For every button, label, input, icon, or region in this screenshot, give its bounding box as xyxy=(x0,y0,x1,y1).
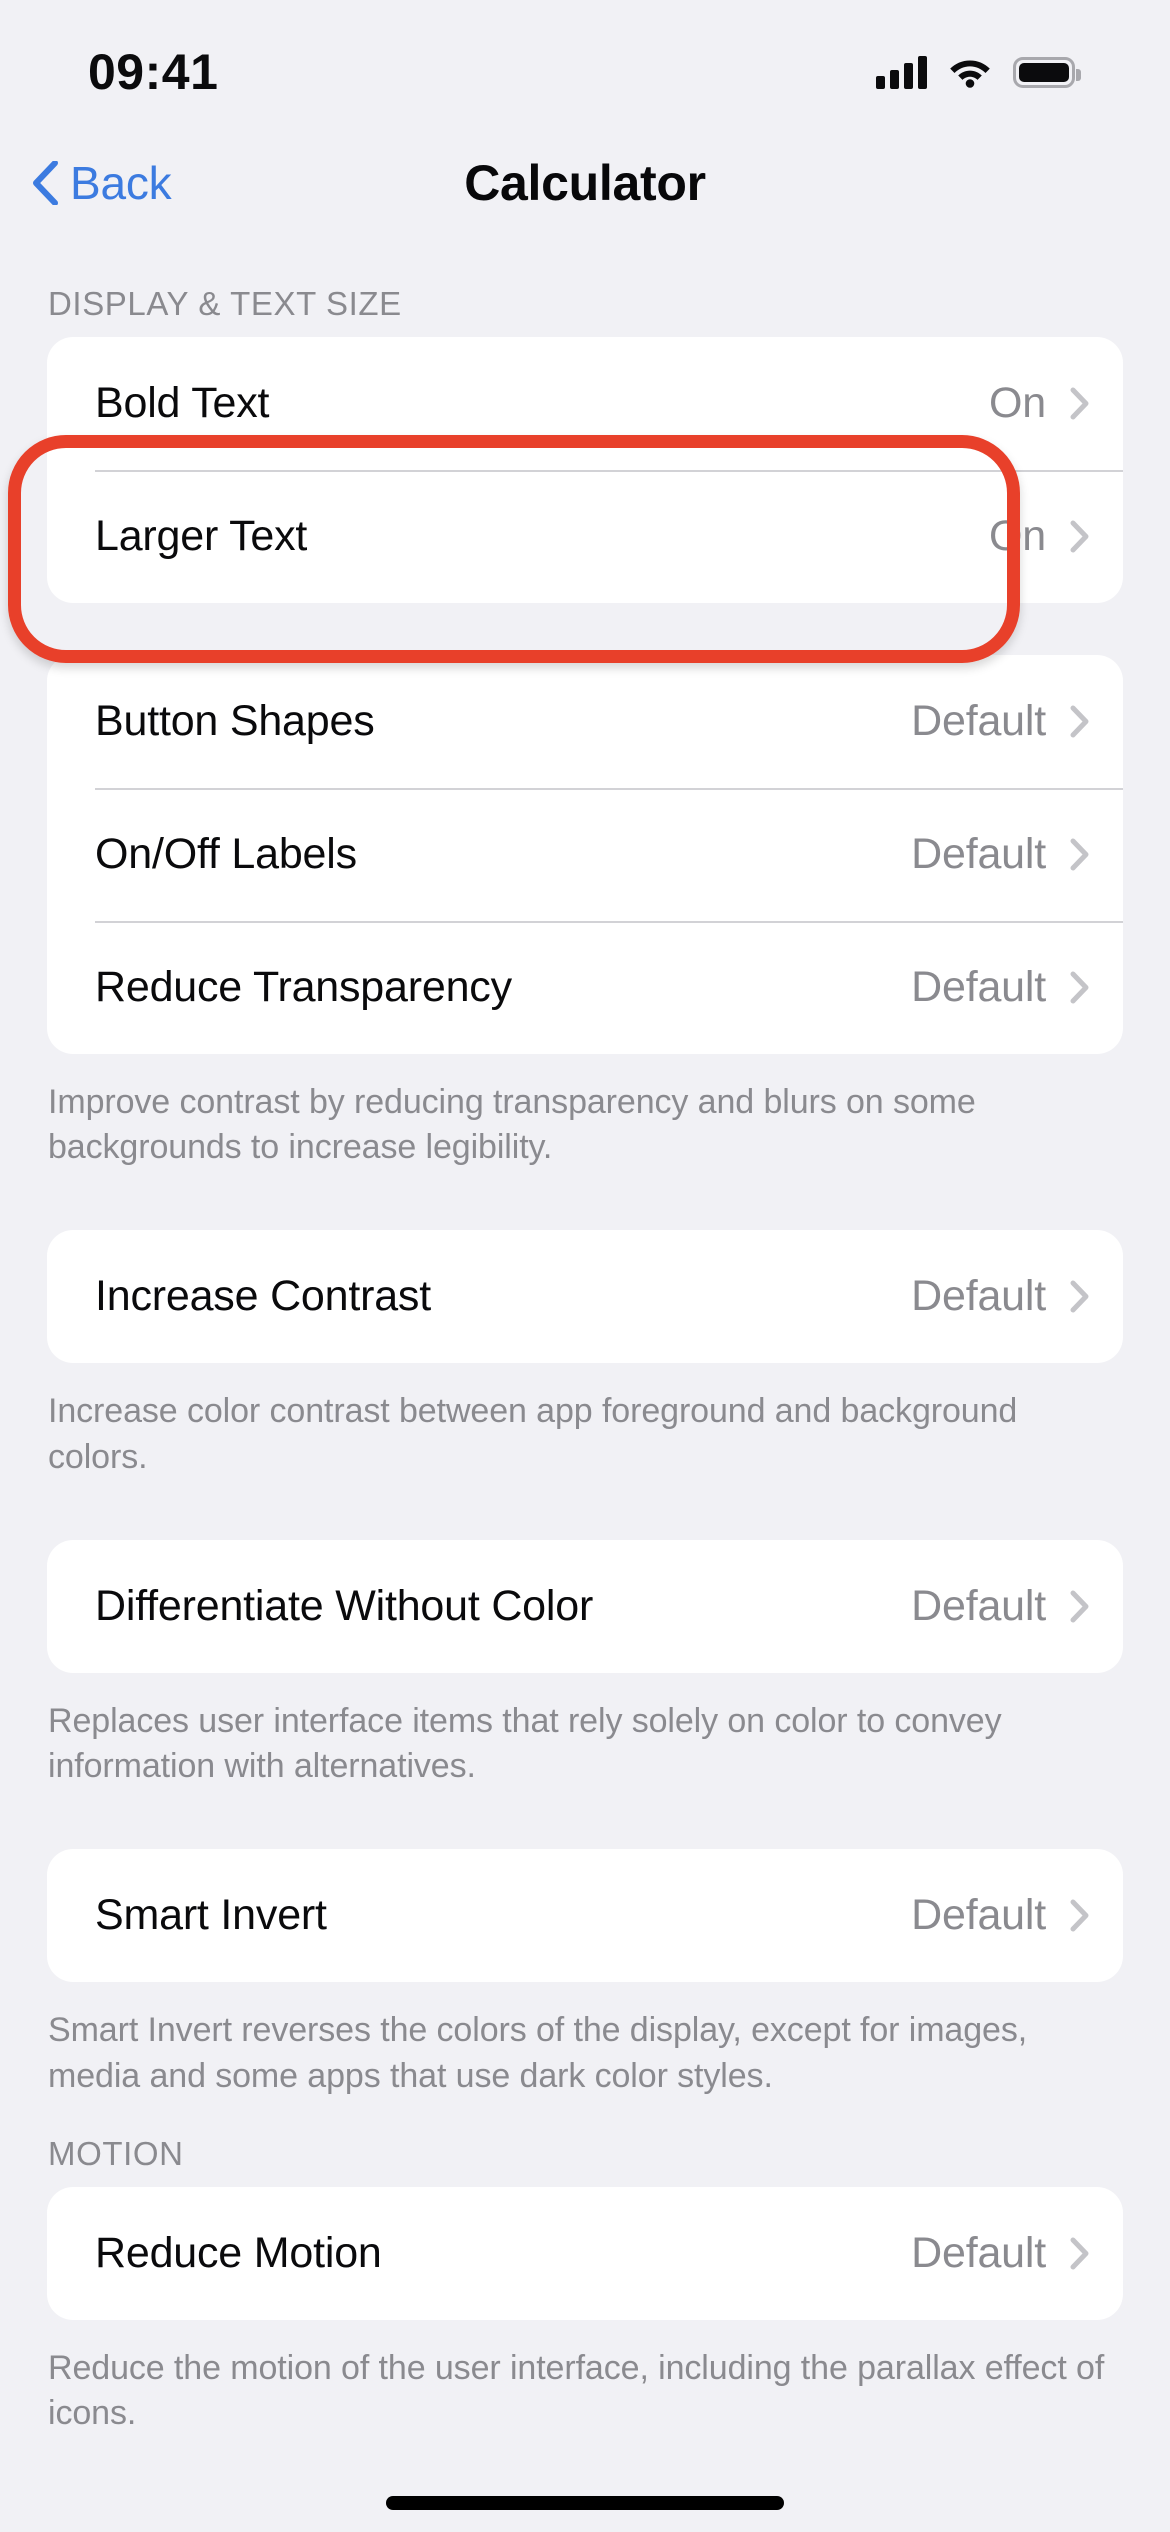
row-label: On/Off Labels xyxy=(95,830,357,878)
footnote-reduce-transparency: Improve contrast by reducing transparenc… xyxy=(48,1083,976,1167)
footnote-differentiate-without-color: Replaces user interface items that rely … xyxy=(48,1701,1002,1786)
row-label: Bold Text xyxy=(95,379,270,427)
chevron-right-icon xyxy=(1070,971,1089,1004)
row-reduce-motion[interactable]: Reduce Motion Default xyxy=(47,2187,1123,2320)
row-label: Smart Invert xyxy=(95,1891,327,1940)
card-differentiate-without-color: Differentiate Without Color Default xyxy=(47,1539,1123,1673)
row-smart-invert[interactable]: Smart Invert Default xyxy=(47,1849,1123,1982)
card-contrast-options: Button Shapes Default On/Off Labels Defa… xyxy=(47,655,1123,1054)
status-icons xyxy=(876,41,1081,89)
home-indicator xyxy=(386,2496,784,2510)
row-value: Default xyxy=(911,1272,1046,1321)
row-label: Increase Contrast xyxy=(95,1272,431,1321)
row-value: Default xyxy=(911,830,1046,878)
card-increase-contrast: Increase Contrast Default xyxy=(47,1230,1123,1364)
row-larger-text[interactable]: Larger Text On xyxy=(47,470,1123,603)
wifi-icon xyxy=(950,60,990,88)
row-reduce-transparency[interactable]: Reduce Transparency Default xyxy=(47,921,1123,1054)
row-differentiate-without-color[interactable]: Differentiate Without Color Default xyxy=(47,1540,1123,1673)
chevron-right-icon xyxy=(1070,387,1089,420)
row-value: On xyxy=(989,379,1046,427)
card-smart-invert: Smart Invert Default xyxy=(47,1849,1123,1983)
row-button-shapes[interactable]: Button Shapes Default xyxy=(47,655,1123,788)
footnote-smart-invert: Smart Invert reverses the colors of the … xyxy=(48,2011,1028,2095)
chevron-right-icon xyxy=(1070,838,1089,871)
row-label: Button Shapes xyxy=(95,697,375,745)
chevron-right-icon xyxy=(1070,1280,1089,1313)
row-value: Default xyxy=(911,1581,1046,1630)
row-label: Larger Text xyxy=(95,512,308,560)
section-header-display-text-size: DISPLAY & TEXT SIZE xyxy=(48,285,402,322)
row-value: Default xyxy=(911,1891,1046,1940)
section-header-motion: MOTION xyxy=(48,2134,184,2172)
row-label: Differentiate Without Color xyxy=(95,1581,594,1630)
footnote-increase-contrast: Increase color contrast between app fore… xyxy=(48,1392,1018,1476)
card-motion: Reduce Motion Default xyxy=(47,2186,1123,2320)
chevron-right-icon xyxy=(1070,1590,1089,1623)
row-value: Default xyxy=(911,697,1046,745)
row-value: Default xyxy=(911,2228,1046,2277)
chevron-right-icon xyxy=(1070,1899,1089,1932)
row-on-off-labels[interactable]: On/Off Labels Default xyxy=(47,788,1123,921)
row-value: On xyxy=(989,512,1046,560)
chevron-right-icon xyxy=(1070,520,1089,553)
row-value: Default xyxy=(911,963,1046,1011)
row-label: Reduce Motion xyxy=(95,2228,382,2277)
row-label: Reduce Transparency xyxy=(95,963,512,1011)
status-time: 09:41 xyxy=(88,44,219,100)
settings-list[interactable]: DISPLAY & TEXT SIZE Bold Text On Larger … xyxy=(0,235,1170,2532)
chevron-right-icon xyxy=(1070,705,1089,738)
cellular-bars-icon xyxy=(876,55,927,89)
card-display-text-size: Bold Text On Larger Text On xyxy=(47,337,1123,603)
navigation-bar: Back Calculator xyxy=(0,130,1170,235)
footnote-reduce-motion: Reduce the motion of the user interface,… xyxy=(48,2348,1105,2432)
chevron-right-icon xyxy=(1070,2237,1089,2270)
battery-full-icon xyxy=(1013,56,1081,88)
page-title: Calculator xyxy=(464,154,706,211)
phone-screen: 09:41 Back Calculator DISPLAY & TEXT SIZ… xyxy=(0,0,1170,2532)
status-bar: 09:41 xyxy=(0,0,1170,130)
row-bold-text[interactable]: Bold Text On xyxy=(47,337,1123,470)
row-increase-contrast[interactable]: Increase Contrast Default xyxy=(47,1230,1123,1363)
